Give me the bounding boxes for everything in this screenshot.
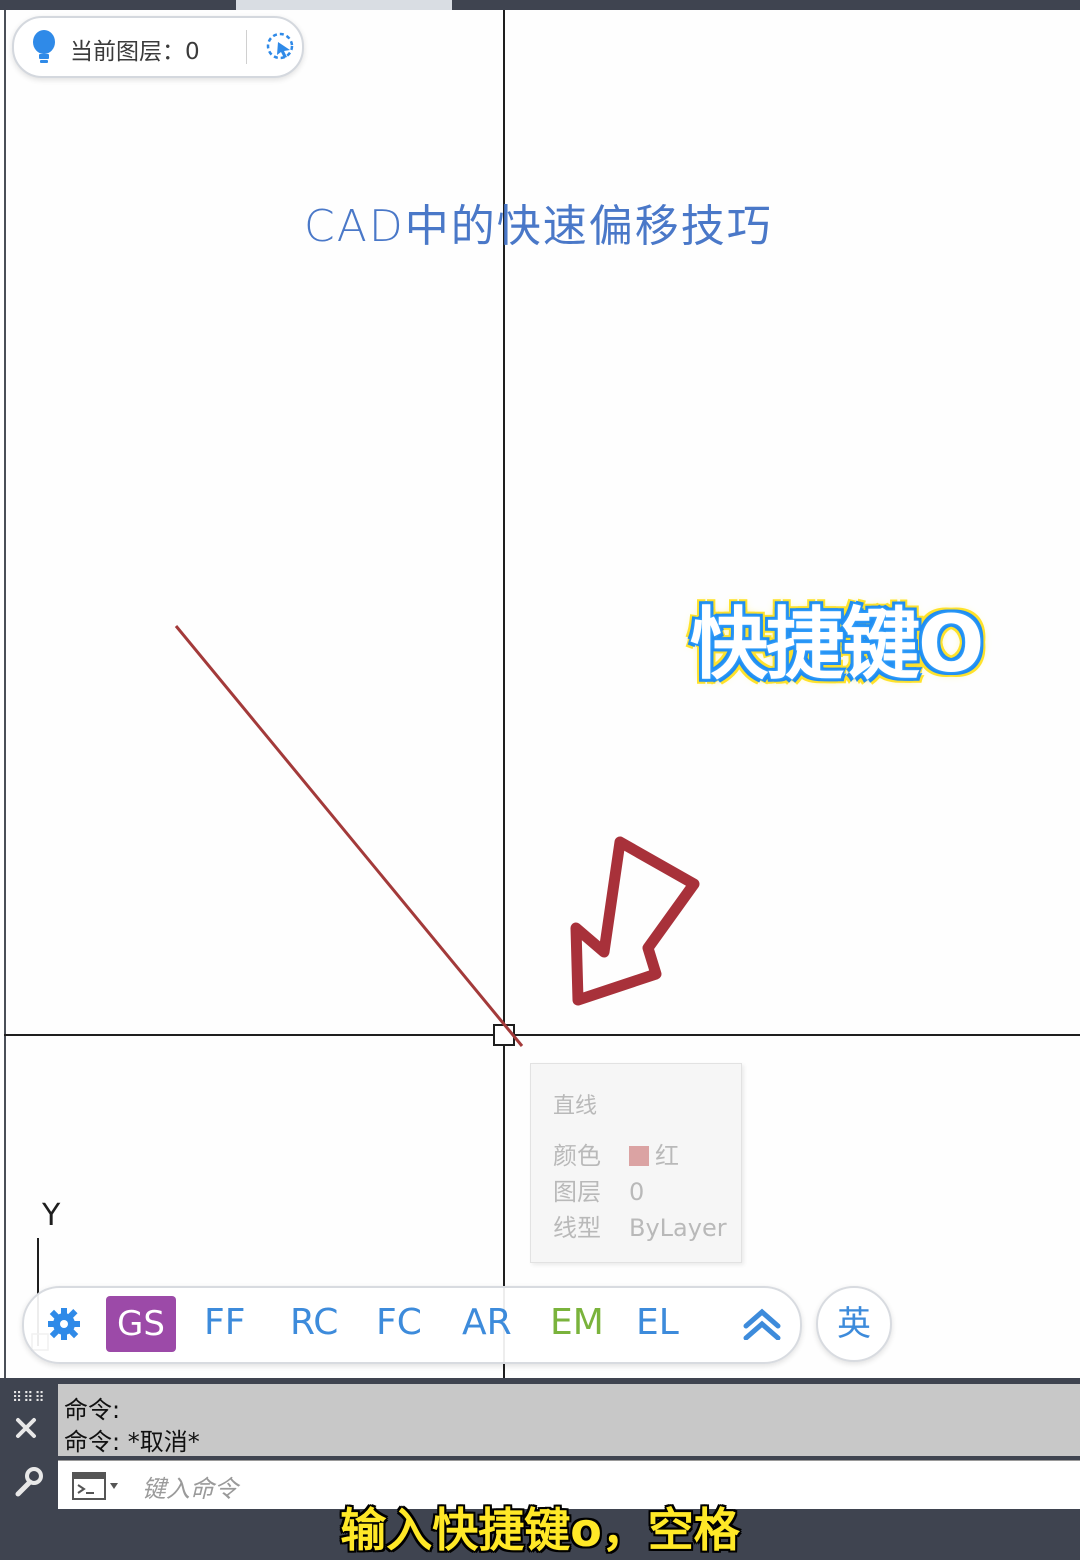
tooltip-row-linetype: 线型 ByLayer	[553, 1208, 727, 1243]
lightbulb-icon	[32, 30, 56, 68]
history-line: 命令: *取消*	[64, 1428, 200, 1456]
tooltip-value: ByLayer	[629, 1214, 727, 1242]
drag-handle-icon[interactable]: ⠿⠿⠿	[12, 1390, 46, 1406]
ucs-y-label: Y	[42, 1198, 61, 1233]
gear-icon[interactable]	[46, 1306, 82, 1346]
shortcut-caption-overlay: 快捷键O	[690, 600, 984, 690]
cmd-button-em[interactable]: EM	[550, 1302, 604, 1343]
tooltip-key: 线型	[553, 1214, 601, 1242]
tooltip-key: 图层	[553, 1178, 601, 1206]
tooltip-row-color: 颜色 红	[553, 1136, 679, 1171]
cmd-button-el[interactable]: EL	[636, 1302, 679, 1343]
select-cursor-icon[interactable]	[264, 30, 298, 68]
command-panel-side: ⠿⠿⠿	[0, 1378, 58, 1512]
chevron-up-icon[interactable]	[742, 1308, 782, 1344]
tooltip-value: 0	[629, 1178, 645, 1206]
input-language-button[interactable]: 英	[816, 1286, 892, 1362]
history-line: 命令:	[64, 1396, 121, 1424]
tooltip-key: 颜色	[553, 1142, 601, 1170]
tooltip-value: 红	[655, 1142, 679, 1170]
pill-divider	[246, 30, 247, 64]
cmd-button-ff[interactable]: FF	[204, 1302, 245, 1343]
command-history: 命令: 命令: *取消*	[58, 1384, 1080, 1456]
color-swatch-icon	[629, 1146, 649, 1166]
close-icon[interactable]	[12, 1414, 40, 1446]
entity-tooltip: 直线 颜色 红 图层 0 线型 ByLayer	[530, 1063, 742, 1263]
cmd-button-gs[interactable]: GS	[106, 1296, 176, 1352]
red-line-entity	[174, 625, 524, 1047]
drawing-text-title: CAD中的快速偏移技巧	[304, 201, 773, 252]
quick-command-bar: GS FF RC FC AR EM EL	[22, 1286, 802, 1364]
tooltip-row-layer: 图层 0	[553, 1172, 644, 1207]
cmd-button-rc[interactable]: RC	[290, 1302, 338, 1343]
cmd-button-fc[interactable]: FC	[376, 1302, 422, 1343]
red-arrow-annotation	[570, 836, 700, 1006]
cmd-button-ar[interactable]: AR	[462, 1302, 512, 1343]
current-layer-indicator[interactable]: 当前图层：0	[12, 16, 304, 78]
video-subtitle: 输入快捷键o，空格	[340, 1503, 740, 1557]
current-layer-label: 当前图层：0	[70, 39, 200, 65]
tooltip-title: 直线	[553, 1094, 598, 1119]
